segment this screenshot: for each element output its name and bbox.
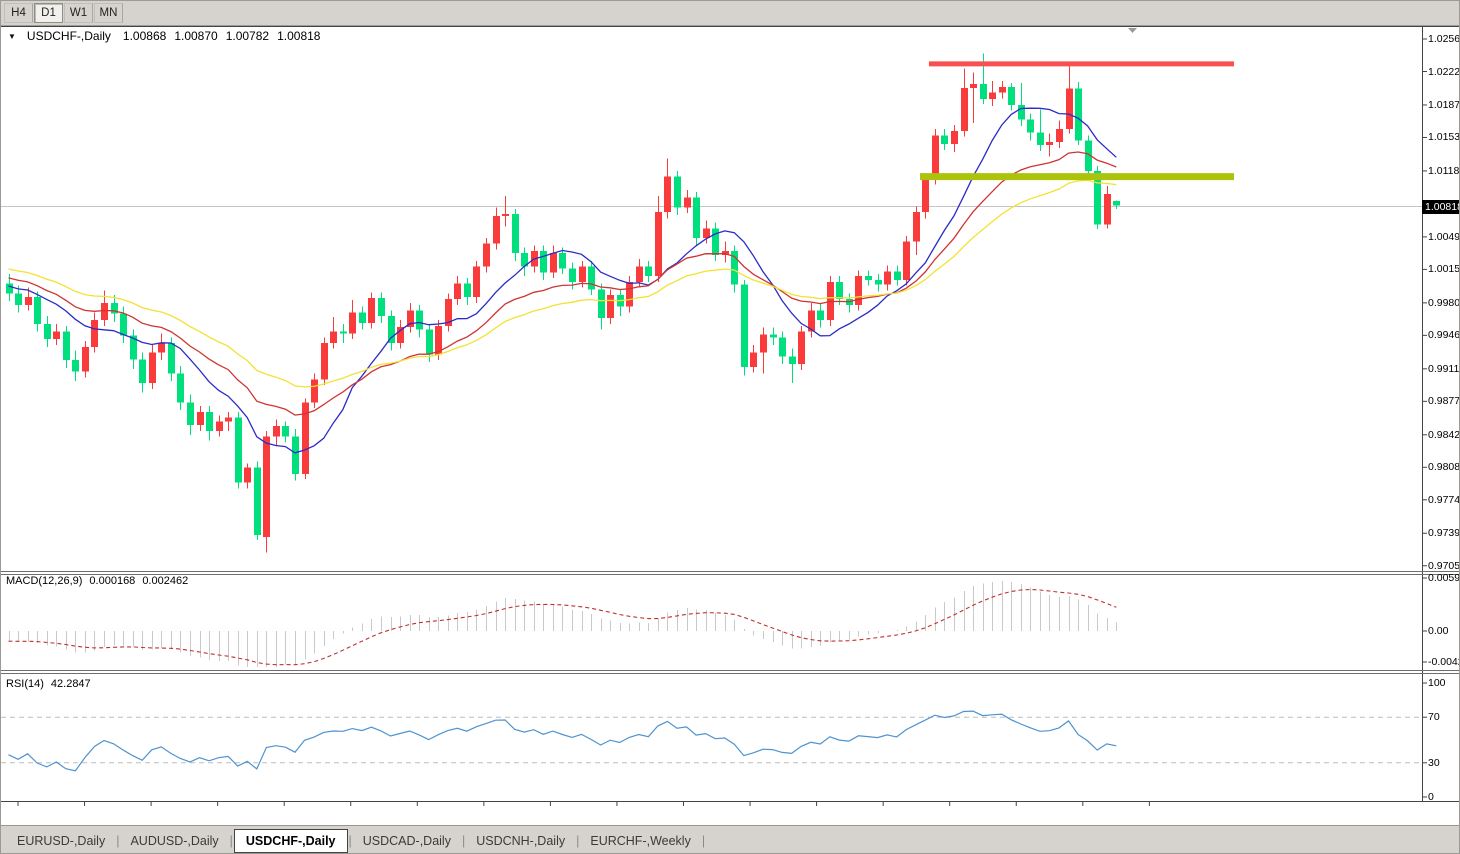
chart-area[interactable] <box>1 26 1459 823</box>
price-axis-label: 0.98770 <box>1428 395 1460 408</box>
ohlc-close: 1.00818 <box>277 29 321 43</box>
tab-separator: | <box>701 833 706 848</box>
price-axis-label: 1.00150 <box>1428 263 1460 276</box>
current-price-badge: 1.00818 <box>1422 199 1459 214</box>
macd-name: MACD(12,26,9) <box>6 575 83 587</box>
tab-separator: | <box>348 833 352 848</box>
timeframe-button-h4[interactable]: H4 <box>4 3 33 23</box>
price-axis-label: 1.02560 <box>1428 33 1460 45</box>
trading-terminal-window: H4 D1 W1 MN ▼ USDCHF-,Daily 1.00868 1.00… <box>0 0 1460 854</box>
rsi-axis-label: 100 <box>1428 677 1446 689</box>
macd-panel-label: MACD(12,26,9) 0.000168 0.002462 <box>6 575 188 587</box>
price-axis-label: 0.98080 <box>1428 461 1460 474</box>
chart-tab-audusd-daily[interactable]: AUDUSD-,Daily <box>120 831 228 851</box>
price-axis-label: 0.99800 <box>1428 296 1460 309</box>
price-axis-label: 1.01180 <box>1428 164 1460 177</box>
tab-separator: | <box>116 833 120 848</box>
tab-separator: | <box>461 833 466 848</box>
chart-tab-usdcnh-daily[interactable]: USDCNH-,Daily <box>466 831 575 851</box>
price-axis-label: 0.97050 <box>1428 559 1460 572</box>
price-axis-label: 0.98420 <box>1428 428 1460 441</box>
chevron-down-icon[interactable]: ▼ <box>8 32 16 41</box>
ohlc-open: 1.00868 <box>122 29 167 43</box>
price-axis-label: 1.02220 <box>1428 65 1460 78</box>
price-axis-label: 1.00490 <box>1428 230 1460 243</box>
chart-tab-eurchf-weekly[interactable]: EURCHF-,Weekly <box>580 831 700 851</box>
tab-separator: | <box>229 833 233 848</box>
ohlc-high: 1.00870 <box>174 29 218 43</box>
price-axis-label: 0.99460 <box>1428 329 1460 342</box>
chart-tab-usdcad-daily[interactable]: USDCAD-,Daily <box>353 831 461 851</box>
timeframe-toolbar: H4 D1 W1 MN <box>1 1 1459 26</box>
price-axis-label: 1.01530 <box>1428 131 1460 144</box>
rsi-axis-label: 30 <box>1428 756 1440 769</box>
macd-main-value: 0.000168 <box>89 575 136 587</box>
macd-axis-label: 0.00 <box>1428 625 1449 637</box>
ohlc-low: 1.00782 <box>225 29 270 43</box>
rsi-name: RSI(14) <box>6 678 44 690</box>
rsi-axis-label: 0 <box>1428 791 1434 803</box>
price-axis-label: 0.99110 <box>1428 362 1460 375</box>
chart-shift-marker <box>1128 28 1137 33</box>
rsi-panel-label: RSI(14) 42.2847 <box>6 678 91 690</box>
rsi-axis-label: 70 <box>1428 711 1440 724</box>
macd-signal-value: 0.002462 <box>142 575 189 587</box>
chart-tab-eurusd-daily[interactable]: EURUSD-,Daily <box>7 831 115 851</box>
price-axis-label: 0.97740 <box>1428 493 1460 506</box>
rsi-value: 42.2847 <box>50 678 91 690</box>
timeframe-button-d1[interactable]: D1 <box>34 3 63 23</box>
chart-tab-bar: EURUSD-,Daily | AUDUSD-,Daily | USDCHF-,Dail… <box>1 825 1459 853</box>
price-axis-label: 1.01870 <box>1428 98 1460 111</box>
timeframe-button-w1[interactable]: W1 <box>64 3 93 23</box>
price-axis-label: 0.97390 <box>1428 527 1460 540</box>
macd-axis-label: -0.004243 <box>1428 656 1459 668</box>
symbol-header: ▼ USDCHF-,Daily 1.00868 1.00870 1.00782 … <box>8 29 327 43</box>
symbol-title: USDCHF-,Daily <box>26 29 111 43</box>
timeframe-button-mn[interactable]: MN <box>94 3 123 23</box>
tab-separator: | <box>576 833 580 848</box>
chart-tab-usdchf-daily[interactable]: USDCHF-,Daily <box>233 828 348 853</box>
chart-canvas <box>1 26 1459 806</box>
macd-axis-label: 0.00597 <box>1428 572 1460 584</box>
